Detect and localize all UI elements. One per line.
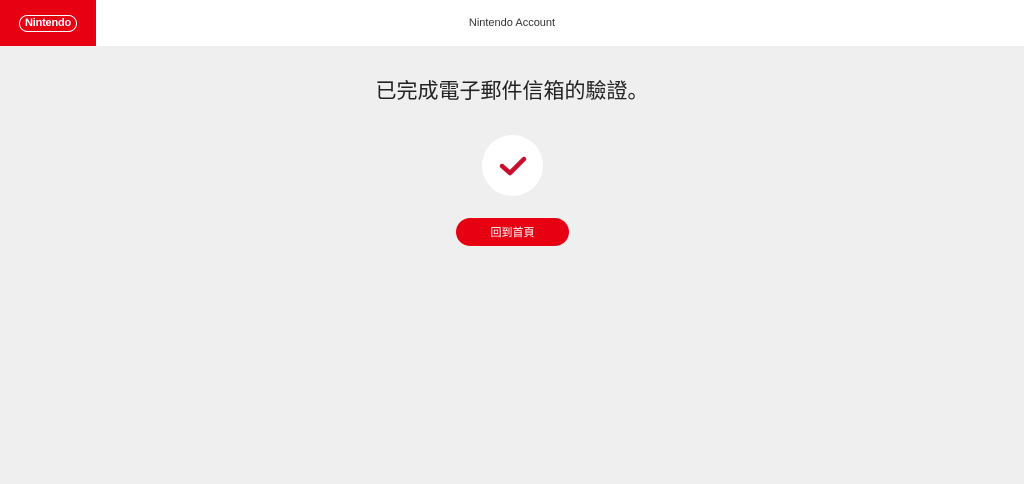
- checkmark-icon: [499, 156, 526, 175]
- nintendo-logo-text: Nintendo: [18, 14, 78, 32]
- success-badge: [482, 135, 543, 196]
- verification-message: 已完成電子郵件信箱的驗證。: [375, 79, 649, 103]
- nintendo-logo[interactable]: Nintendo: [0, 0, 96, 46]
- main-content: 已完成電子郵件信箱的驗證。 回到首頁: [0, 46, 1024, 484]
- back-to-home-button[interactable]: 回到首頁: [456, 218, 569, 246]
- header-title: Nintendo Account: [468, 17, 556, 29]
- header: Nintendo Nintendo Account: [0, 0, 1024, 46]
